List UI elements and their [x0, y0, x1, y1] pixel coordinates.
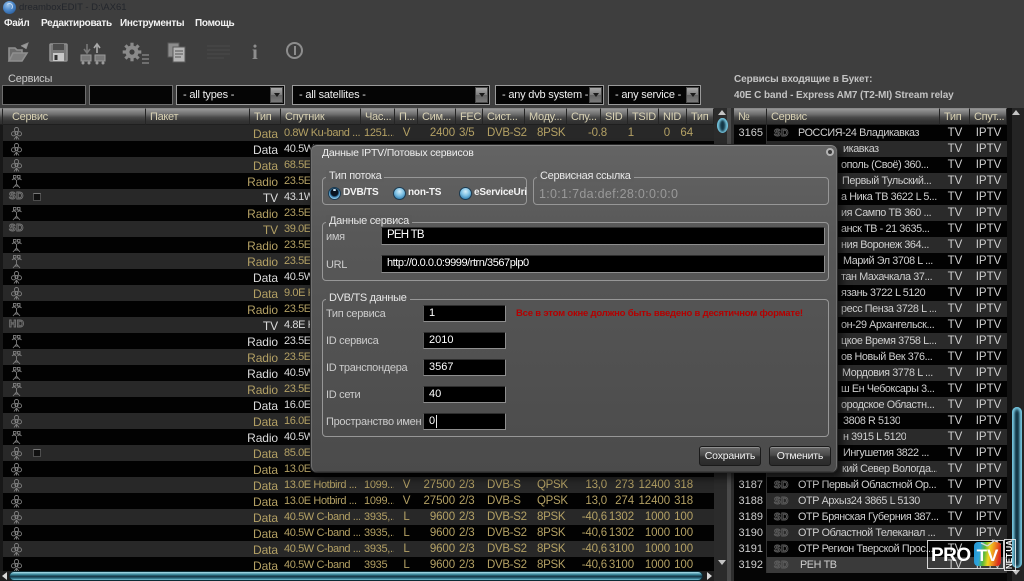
svg-text:TV: TV: [977, 546, 999, 565]
